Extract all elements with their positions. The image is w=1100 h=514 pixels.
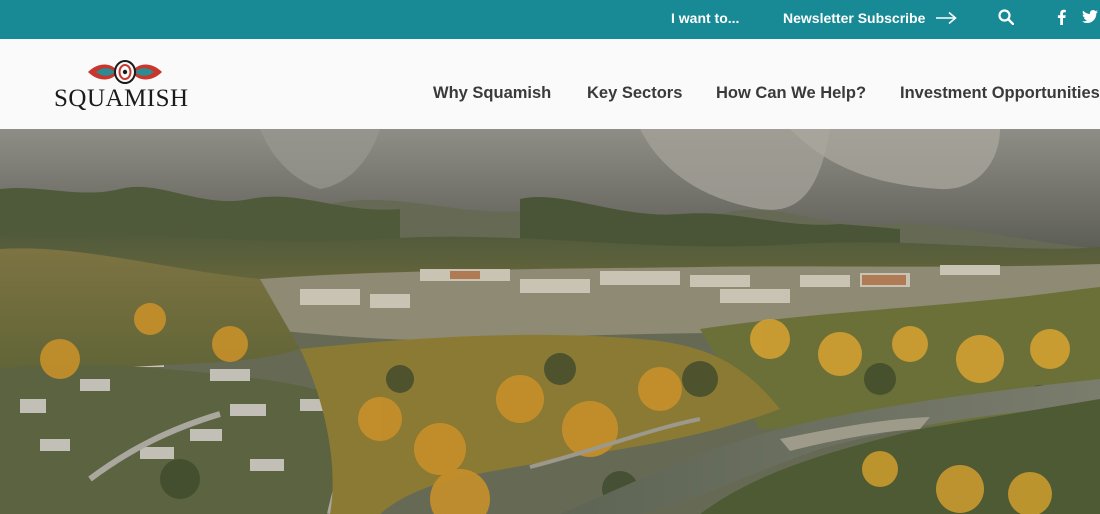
logo-emblem-icon bbox=[88, 60, 162, 84]
nav-key-sectors[interactable]: Key Sectors bbox=[587, 39, 682, 129]
search-icon[interactable] bbox=[998, 9, 1014, 25]
facebook-icon[interactable] bbox=[1055, 9, 1067, 25]
nav-how-can-we-help[interactable]: How Can We Help? bbox=[716, 39, 866, 129]
squamish-logo[interactable]: SQUAMISH bbox=[54, 59, 199, 119]
logo-wordmark: SQUAMISH bbox=[54, 85, 189, 112]
hero-landscape-illustration bbox=[0, 129, 1100, 514]
twitter-icon[interactable] bbox=[1082, 10, 1098, 24]
nav-investment-opportunities[interactable]: Investment Opportunities bbox=[900, 39, 1100, 129]
site-header: SQUAMISH Why Squamish Key Sectors How Ca… bbox=[0, 39, 1100, 129]
newsletter-subscribe-link[interactable]: Newsletter Subscribe bbox=[783, 0, 925, 39]
nav-why-squamish[interactable]: Why Squamish bbox=[433, 39, 551, 129]
top-utility-bar: I want to... Newsletter Subscribe bbox=[0, 0, 1100, 39]
i-want-to-link[interactable]: I want to... bbox=[671, 0, 739, 39]
hero-image bbox=[0, 129, 1100, 514]
arrow-right-icon[interactable] bbox=[935, 11, 957, 25]
